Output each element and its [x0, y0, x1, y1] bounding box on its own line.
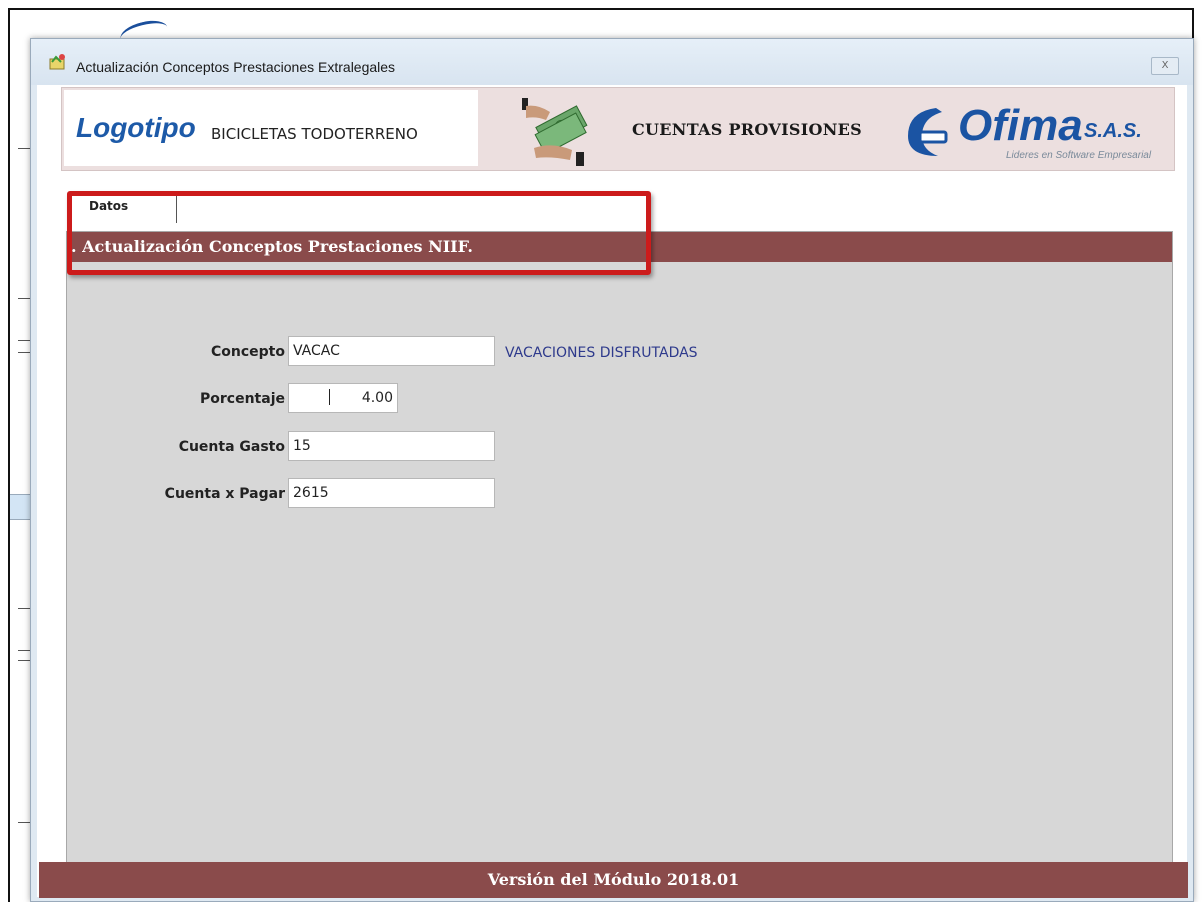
app-icon [49, 54, 65, 70]
money-hand-icon [522, 98, 588, 166]
background-divider [18, 660, 30, 661]
version-footer: Versión del Módulo 2018.01 [39, 862, 1188, 898]
concepto-description: VACACIONES DISFRUTADAS [505, 345, 698, 361]
background-divider [18, 352, 30, 353]
content-panel: . Actualización Conceptos Prestaciones N… [66, 231, 1173, 891]
logo-placeholder: Logotipo [76, 112, 196, 143]
background-divider [18, 608, 30, 609]
background-divider [18, 822, 30, 823]
cuenta-pagar-field[interactable]: 2615 [288, 478, 495, 508]
background-logo-swoosh [120, 16, 170, 38]
dialog-window: Actualización Conceptos Prestaciones Ext… [30, 38, 1194, 902]
brand-suffix: S.A.S. [1084, 120, 1142, 142]
logo-box: Logotipo BICICLETAS TODOTERRENO [64, 90, 478, 166]
porcentaje-label: Porcentaje [200, 391, 285, 407]
background-divider [18, 298, 30, 299]
background-window-edge [10, 40, 30, 902]
background-divider [18, 148, 30, 149]
background-divider [18, 340, 30, 341]
background-selected-row [10, 494, 30, 520]
cuenta-gasto-value: 15 [293, 438, 311, 454]
window-title: Actualización Conceptos Prestaciones Ext… [76, 59, 396, 75]
module-title: CUENTAS PROVISIONES [632, 120, 863, 139]
concepto-field[interactable]: VACAC [288, 336, 495, 366]
highlight-annotation [67, 191, 651, 275]
close-button[interactable]: X [1151, 57, 1179, 75]
cuenta-gasto-label: Cuenta Gasto [178, 439, 285, 455]
title-bar[interactable]: Actualización Conceptos Prestaciones Ext… [31, 39, 1193, 85]
cuenta-pagar-label: Cuenta x Pagar [164, 486, 285, 502]
brand-name: Ofima [958, 101, 1083, 150]
background-divider [18, 650, 30, 651]
text-cursor [329, 389, 330, 405]
cuenta-gasto-field[interactable]: 15 [288, 431, 495, 461]
cuenta-pagar-value: 2615 [293, 485, 329, 501]
porcentaje-field[interactable]: 4.00 [288, 383, 398, 413]
close-icon: X [1161, 60, 1169, 71]
brand-slogan: Lideres en Software Empresarial [1006, 150, 1152, 161]
concepto-value: VACAC [293, 343, 340, 359]
company-name: BICICLETAS TODOTERRENO [211, 125, 418, 143]
brand-logo: Ofima S.A.S. Lideres en Software Empresa… [902, 96, 1172, 164]
background-logo [120, 10, 280, 38]
concepto-label: Concepto [211, 344, 285, 360]
module-version: Versión del Módulo 2018.01 [487, 870, 740, 889]
porcentaje-value: 4.00 [361, 390, 393, 406]
header-banner: Logotipo BICICLETAS TODOTERRENO CUENTAS … [61, 87, 1175, 171]
